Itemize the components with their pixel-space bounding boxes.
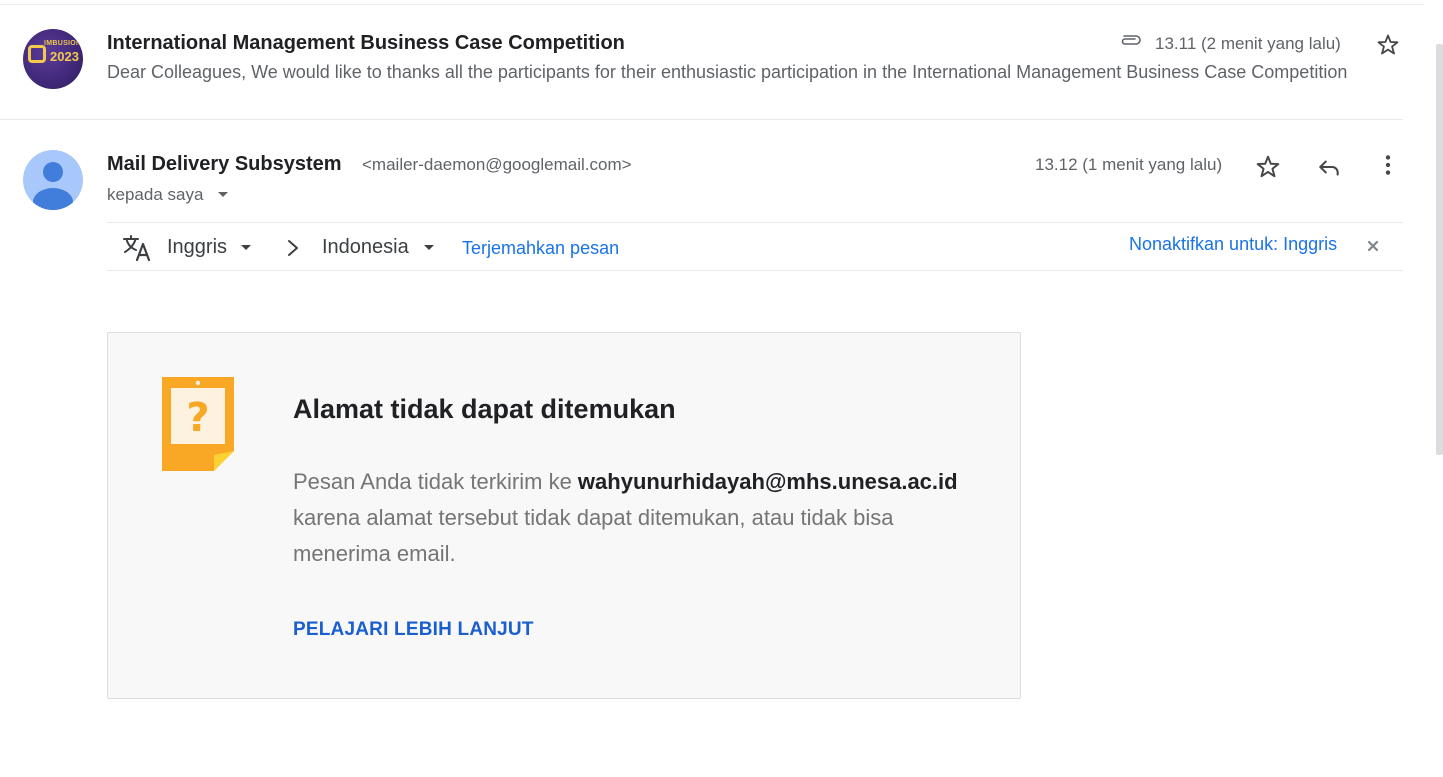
bounce-message-suffix: karena alamat tersebut tidak dapat ditem… xyxy=(293,505,894,566)
target-language-select[interactable]: Indonesia xyxy=(322,236,409,259)
star-outline-icon[interactable] xyxy=(1255,154,1281,180)
message-subject: International Management Business Case C… xyxy=(107,32,625,54)
recipient-details-caret-icon[interactable] xyxy=(218,192,228,197)
chevron-down-icon[interactable] xyxy=(424,245,434,250)
message-snippet: Dear Colleagues, We would like to thanks… xyxy=(107,62,1348,82)
chevron-right-icon xyxy=(288,240,298,256)
more-vert-icon[interactable] xyxy=(1375,152,1401,178)
learn-more-link[interactable]: PELAJARI LEBIH LANJUT xyxy=(293,619,534,641)
imbusion-logo-mark xyxy=(28,45,46,63)
recipient-label[interactable]: kepada saya xyxy=(107,185,203,205)
source-language-select[interactable]: Inggris xyxy=(167,236,227,259)
message-divider xyxy=(0,119,1403,120)
chevron-down-icon[interactable] xyxy=(241,245,251,250)
bounce-notice-card: ? Alamat tidak dapat ditemukan Pesan And… xyxy=(107,332,1021,699)
avatar-logo-year: 2023 xyxy=(50,49,79,64)
sender-avatar-default xyxy=(23,150,83,210)
sender-avatar-imbusion: IMBUSION 2023 xyxy=(23,29,83,89)
star-outline-icon[interactable] xyxy=(1376,33,1400,57)
question-note-icon: ? xyxy=(162,377,234,471)
person-icon xyxy=(33,162,73,210)
bounce-message: Pesan Anda tidak terkirim ke wahyunurhid… xyxy=(293,464,993,572)
avatar-logo-text: IMBUSION xyxy=(44,40,82,47)
bounce-title: Alamat tidak dapat ditemukan xyxy=(293,394,676,424)
sender-email: <mailer-daemon@googlemail.com> xyxy=(362,155,632,174)
reply-icon[interactable] xyxy=(1316,154,1342,180)
translate-icon xyxy=(123,235,151,262)
scrollbar-thumb[interactable] xyxy=(1436,44,1443,455)
close-icon[interactable] xyxy=(1366,239,1380,253)
paperclip-icon xyxy=(1121,35,1141,45)
bounce-message-prefix: Pesan Anda tidak terkirim ke xyxy=(293,469,578,494)
disable-translation-link[interactable]: Nonaktifkan untuk: Inggris xyxy=(1129,234,1337,255)
translate-message-link[interactable]: Terjemahkan pesan xyxy=(462,238,619,259)
sender-name: Mail Delivery Subsystem xyxy=(107,153,342,175)
svg-text:?: ? xyxy=(186,395,209,441)
translate-bar: Inggris Indonesia Terjemahkan pesan Nona… xyxy=(107,222,1403,271)
collapsed-message-row[interactable]: IMBUSION 2023 International Management B… xyxy=(0,0,1403,120)
failed-address: wahyunurhidayah@mhs.unesa.ac.id xyxy=(577,469,958,494)
message-time: 13.12 (1 menit yang lalu) xyxy=(1035,155,1223,174)
message-time: 13.11 (2 menit yang lalu) xyxy=(1155,34,1341,53)
